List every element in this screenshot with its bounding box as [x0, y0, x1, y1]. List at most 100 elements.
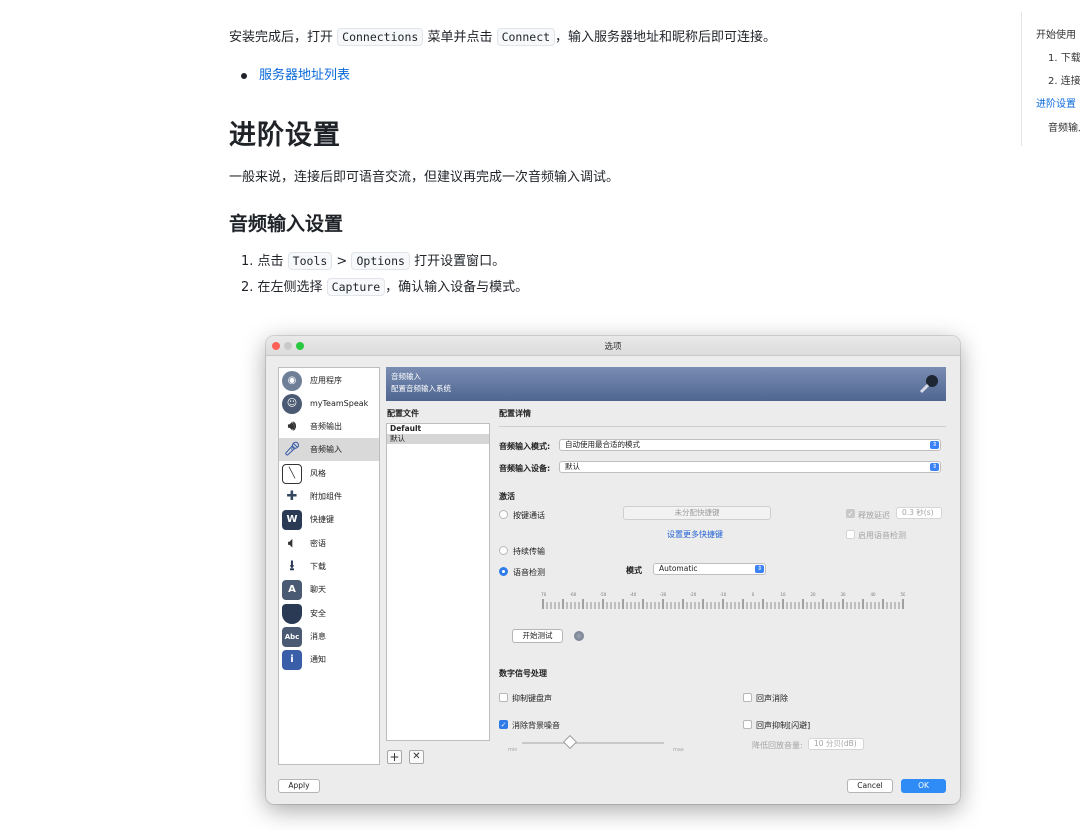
test-indicator-icon — [574, 631, 584, 641]
window-title: 选项 — [604, 342, 622, 352]
user-icon: ☺ — [282, 393, 302, 414]
sidebar-label: 音频输入 — [310, 445, 342, 454]
step-1: 1. 点击 Tools > Options 打开设置窗口。 — [241, 252, 528, 278]
more-hotkeys-link[interactable]: 设置更多快捷键 — [667, 529, 723, 540]
profile-item-default-cn[interactable]: 默认 — [387, 434, 489, 444]
step-2-text: 2. 在左侧选择 — [241, 280, 327, 295]
brush-icon: ╲ — [282, 463, 302, 484]
sidebar-label: 快捷键 — [310, 515, 334, 524]
echo-cancel-checkbox[interactable] — [743, 693, 752, 702]
reduce-volume-input[interactable]: 10 分贝(dB) — [808, 738, 864, 750]
slider-max-label: max — [673, 747, 684, 753]
section-subtitle: 配置音频输入系统 — [391, 384, 451, 393]
reduce-volume-label: 降低回放音量: — [752, 741, 803, 750]
shield-icon — [282, 603, 302, 624]
enable-vad-checkbox[interactable] — [846, 530, 855, 539]
sidebar-item-security[interactable]: 安全 — [279, 602, 379, 625]
sidebar-item-notifications[interactable]: i 通知 — [279, 648, 379, 671]
remove-noise-label: 消除背景噪音 — [512, 721, 560, 730]
info-icon: i — [282, 649, 302, 670]
select-arrows-icon: ⇕ — [930, 463, 939, 471]
ptt-radio[interactable] — [499, 510, 508, 519]
toc-item-connect[interactable]: 2. 连接 — [1048, 72, 1080, 87]
table-of-contents: 开始使用 1. 下载 2. 连接 进阶设置 音频输入 — [1021, 12, 1080, 146]
echo-cancel-label: 回声消除 — [756, 694, 788, 703]
ok-button[interactable]: OK — [901, 779, 946, 793]
details-divider — [499, 426, 946, 427]
cancel-button[interactable]: Cancel — [847, 779, 893, 793]
sidebar-item-whisper[interactable]: 🔈︎ 密语 — [279, 532, 379, 555]
details-label: 配置详情 — [499, 409, 531, 418]
ruler-tick-label: 30 — [840, 592, 846, 597]
continuous-radio[interactable] — [499, 546, 508, 555]
download-icon: ⭳ — [289, 557, 295, 574]
input-device-label: 音频输入设备: — [499, 464, 551, 473]
input-device-select[interactable]: 默认 ⇕ — [559, 461, 941, 473]
add-profile-button[interactable]: + — [387, 750, 402, 764]
noise-slider-thumb[interactable] — [562, 734, 578, 750]
intro-text-3: ，输入服务器地址和昵称后即可连接。 — [555, 30, 777, 45]
sidebar-item-hotkeys[interactable]: W 快捷键 — [279, 508, 379, 531]
sidebar-label: 安全 — [310, 609, 326, 618]
sidebar-item-messages[interactable]: Abc 消息 — [279, 625, 379, 648]
echo-suppress-label: 回声抑制[闪避] — [756, 721, 811, 730]
suppress-keyboard-label: 抑制键盘声 — [512, 694, 552, 703]
apply-button[interactable]: Apply — [278, 779, 320, 793]
sidebar-item-chat[interactable]: A 聊天 — [279, 578, 379, 601]
ruler-tick-label: 10 — [780, 592, 786, 597]
ruler-tick-label: 50 — [900, 592, 905, 597]
start-test-button[interactable]: 开始测试 — [512, 629, 563, 643]
profile-item-default[interactable]: Default — [387, 424, 489, 434]
toc-item-download[interactable]: 1. 下载 — [1048, 49, 1080, 64]
vad-mode-value: Automatic — [659, 564, 698, 573]
sidebar-item-application[interactable]: ◉ 应用程序 — [279, 369, 379, 392]
sidebar-label: 附加组件 — [310, 492, 342, 501]
enable-vad-label: 启用语音检测 — [858, 531, 906, 540]
input-mode-value: 自动使用最合适的模式 — [565, 440, 640, 449]
vad-mode-select[interactable]: Automatic ⇕ — [653, 563, 766, 575]
level-ruler[interactable]: -70 -60 -50 -40 -30 -20 -10 0 10 20 30 40 50 — [541, 590, 905, 616]
release-delay-checkbox[interactable]: ✓ — [846, 509, 855, 518]
ruler-tick-label: 40 — [870, 592, 876, 597]
window-titlebar: 选项 — [266, 336, 960, 356]
code-options: Options — [351, 252, 410, 270]
toc-item-advanced[interactable]: 进阶设置 — [1036, 95, 1076, 110]
microphone-header-icon — [919, 375, 938, 394]
sidebar-label: 密语 — [310, 539, 326, 548]
sidebar-item-downloads[interactable]: ⭳ 下载 — [279, 555, 379, 578]
hotkey-button[interactable]: 未分配快捷键 — [623, 506, 771, 520]
ruler-tick-label: -70 — [541, 592, 547, 597]
sidebar-item-myteamspeak[interactable]: ☺ myTeamSpeak — [279, 392, 379, 415]
whisper-speaker-icon: 🔈︎ — [288, 536, 296, 551]
intro-paragraph: 安装完成后，打开 Connections 菜单并点击 Connect ，输入服务器… — [229, 28, 776, 48]
remove-noise-checkbox[interactable]: ✓ — [499, 720, 508, 729]
puzzle-icon: ✚ — [286, 489, 298, 504]
sidebar-item-audio-output[interactable]: 🔊︎ 音频输出 — [279, 415, 379, 438]
ruler-tick-label: -20 — [690, 592, 697, 597]
vad-radio[interactable] — [499, 567, 508, 576]
server-list-item: 服务器地址列表 — [241, 66, 350, 86]
server-list-link[interactable]: 服务器地址列表 — [259, 68, 350, 83]
reduce-volume-value: 10 分贝(dB) — [814, 739, 857, 748]
noise-slider-track[interactable] — [522, 742, 664, 744]
step-2-post: ，确认输入设备与模式。 — [385, 280, 529, 295]
toc-item-audio-input[interactable]: 音频输入 — [1048, 119, 1080, 134]
ruler-tick-label: 0 — [752, 592, 755, 597]
code-connect: Connect — [496, 28, 556, 46]
profiles-label: 配置文件 — [387, 409, 419, 418]
sidebar-item-design[interactable]: ╲ 风格 — [279, 462, 379, 485]
input-mode-select[interactable]: 自动使用最合适的模式 ⇕ — [559, 439, 941, 451]
release-delay-input[interactable]: 0.3 秒(s) — [896, 507, 942, 519]
remove-profile-button[interactable]: ✕ — [409, 750, 424, 764]
step-1-post: 打开设置窗口。 — [409, 254, 506, 269]
code-connections: Connections — [337, 28, 424, 46]
ruler-tick-label: 20 — [810, 592, 816, 597]
sidebar-item-addons[interactable]: ✚ 附加组件 — [279, 485, 379, 508]
suppress-keyboard-checkbox[interactable] — [499, 693, 508, 702]
echo-suppress-checkbox[interactable] — [743, 720, 752, 729]
toc-item-getting-started[interactable]: 开始使用 — [1036, 26, 1076, 41]
bullet — [241, 72, 247, 79]
sidebar-item-audio-input[interactable]: 🎤︎ 音频输入 — [279, 438, 379, 461]
sidebar-label: 聊天 — [310, 585, 326, 594]
speaker-icon: 🔊︎ — [287, 419, 297, 434]
